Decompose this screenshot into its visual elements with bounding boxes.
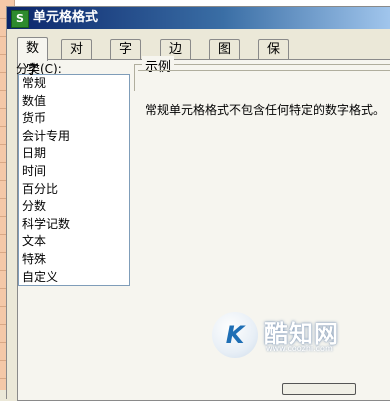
category-item-text[interactable]: 文本: [19, 233, 129, 251]
category-item-accounting[interactable]: 会计专用: [19, 128, 129, 146]
dialog-title: 单元格格式: [33, 10, 99, 25]
category-listbox[interactable]: 常规 数值 货币 会计专用 日期 时间 百分比 分数 科学记数 文本 特殊 自定…: [18, 74, 130, 286]
tab-alignment[interactable]: 对齐: [61, 39, 93, 77]
category-item-time[interactable]: 时间: [19, 163, 129, 181]
tab-patterns[interactable]: 图案: [209, 39, 241, 77]
category-item-currency[interactable]: 货币: [19, 110, 129, 128]
category-item-percentage[interactable]: 百分比: [19, 181, 129, 199]
category-item-fraction[interactable]: 分数: [19, 198, 129, 216]
app-icon: S: [11, 10, 29, 28]
sample-value: [138, 70, 390, 91]
tab-font[interactable]: 字体: [110, 39, 142, 77]
watermark: K 酷知网 www.coozhi.com: [208, 304, 358, 360]
category-item-custom[interactable]: 自定义: [19, 269, 129, 285]
watermark-logo-letter: K: [225, 321, 245, 349]
title-bar[interactable]: S 单元格格式: [7, 7, 390, 29]
format-description: 常规单元格格式不包含任何特定的数字格式。: [145, 103, 386, 117]
tab-number[interactable]: 数字: [17, 37, 49, 78]
category-item-scientific[interactable]: 科学记数: [19, 216, 129, 234]
watermark-url: www.coozhi.com: [266, 344, 333, 353]
category-item-special[interactable]: 特殊: [19, 251, 129, 269]
ok-button[interactable]: [282, 383, 356, 395]
category-item-number[interactable]: 数值: [19, 93, 129, 111]
tab-protection[interactable]: 保护: [258, 39, 290, 77]
category-item-date[interactable]: 日期: [19, 145, 129, 163]
